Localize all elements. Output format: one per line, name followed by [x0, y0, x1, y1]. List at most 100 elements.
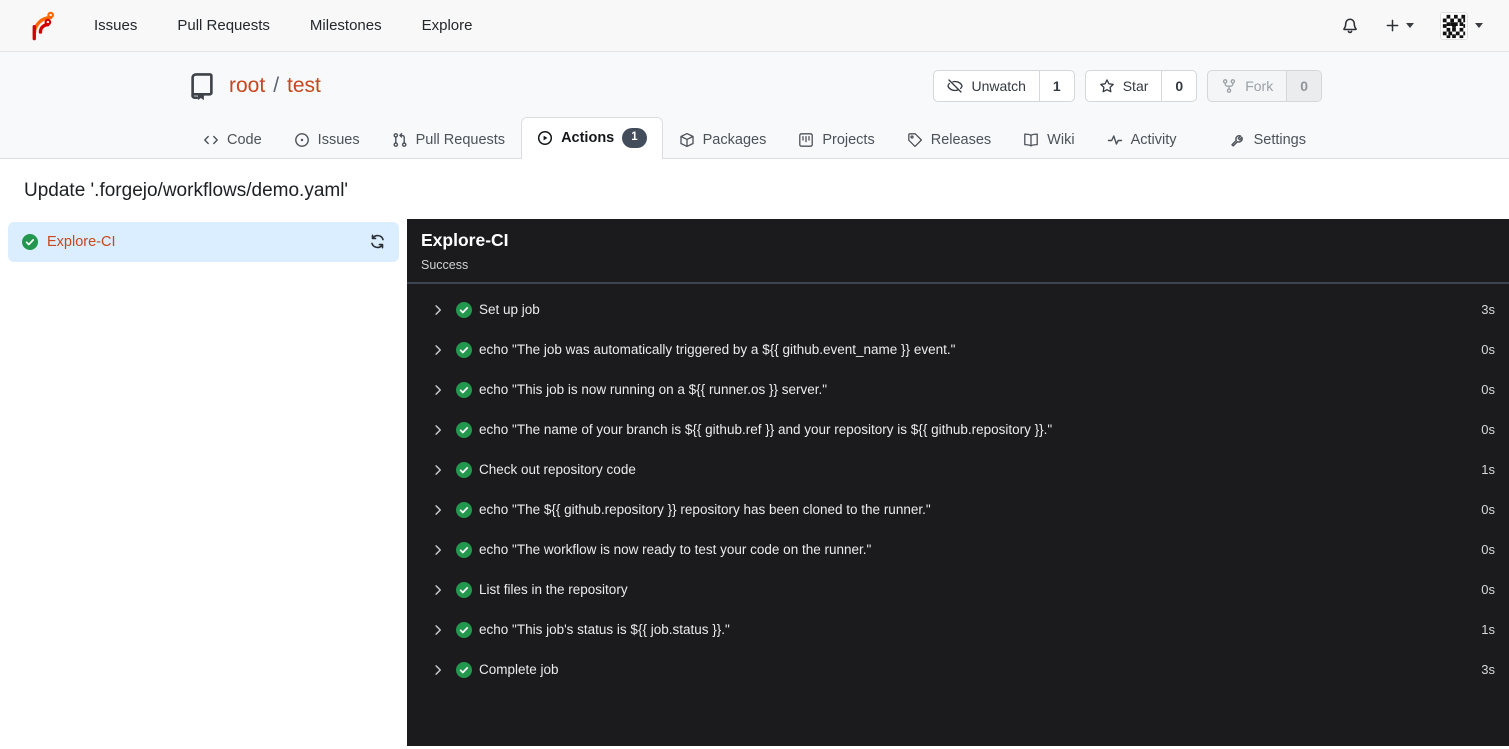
watch-count[interactable]: 1 — [1038, 71, 1074, 101]
tab-code[interactable]: Code — [187, 121, 278, 159]
unwatch-label: Unwatch — [971, 78, 1026, 94]
tab-projects[interactable]: Projects — [782, 121, 890, 159]
repo-owner-link[interactable]: root — [229, 74, 265, 98]
repo-header: root / test Unwatch 1 Star 0 Fork 0 Code… — [0, 52, 1509, 159]
navbar-right — [1341, 11, 1483, 40]
job-log-panel: Explore-CI Success Set up job 3s echo "T… — [407, 218, 1509, 746]
star-button[interactable]: Star 0 — [1084, 70, 1198, 102]
tag-icon — [907, 132, 923, 148]
success-check-icon — [456, 301, 472, 318]
play-circle-icon — [537, 130, 553, 146]
step-row[interactable]: Check out repository code 1s — [407, 450, 1509, 490]
tab-label: Packages — [702, 131, 767, 148]
step-row[interactable]: echo "The workflow is now ready to test … — [407, 530, 1509, 570]
tab-settings[interactable]: Settings — [1214, 121, 1322, 159]
nav-links: Issues Pull Requests Milestones Explore — [94, 17, 472, 34]
nav-item-milestones[interactable]: Milestones — [310, 17, 382, 34]
sidebar-job-explore-ci[interactable]: Explore-CI — [8, 221, 399, 262]
chevron-right-icon — [432, 464, 444, 476]
tab-label: Projects — [822, 131, 875, 148]
repository-icon — [187, 71, 217, 101]
tab-label: Pull Requests — [415, 131, 506, 148]
repo-separator: / — [273, 74, 280, 97]
success-check-icon — [22, 233, 38, 250]
package-icon — [679, 132, 695, 148]
tab-packages[interactable]: Packages — [663, 121, 783, 159]
star-count[interactable]: 0 — [1161, 71, 1196, 101]
chevron-right-icon — [432, 664, 444, 676]
success-check-icon — [456, 541, 472, 558]
issue-circle-icon — [294, 132, 310, 148]
unwatch-button[interactable]: Unwatch 1 — [933, 70, 1075, 102]
pull-request-icon — [392, 132, 408, 148]
success-check-icon — [456, 341, 472, 358]
job-title: Explore-CI — [421, 229, 509, 250]
create-new-dropdown[interactable] — [1385, 18, 1414, 33]
tab-label: Issues — [317, 131, 360, 148]
repo-action-buttons: Unwatch 1 Star 0 Fork 0 — [933, 70, 1322, 102]
tab-activity[interactable]: Activity — [1091, 121, 1193, 159]
fork-count: 0 — [1286, 71, 1321, 101]
chevron-right-icon — [432, 504, 444, 516]
step-row[interactable]: echo "The job was automatically triggere… — [407, 330, 1509, 370]
tab-actions[interactable]: Actions 1 — [521, 117, 663, 159]
fork-label: Fork — [1245, 78, 1274, 94]
fork-icon — [1223, 79, 1236, 93]
success-check-icon — [456, 421, 472, 438]
notifications-bell-icon[interactable] — [1341, 17, 1359, 35]
tab-releases[interactable]: Releases — [891, 121, 1007, 159]
nav-item-explore[interactable]: Explore — [422, 17, 473, 34]
tab-label: Code — [227, 131, 262, 148]
tab-pull-requests[interactable]: Pull Requests — [376, 121, 521, 159]
code-icon — [203, 132, 219, 148]
tab-wiki[interactable]: Wiki — [1007, 121, 1090, 159]
chevron-right-icon — [432, 424, 444, 436]
star-icon — [1099, 79, 1114, 93]
step-duration: 3s — [1481, 302, 1495, 317]
star-label: Star — [1122, 78, 1149, 94]
step-duration: 0s — [1481, 422, 1495, 437]
tab-label: Actions — [561, 129, 615, 146]
forgejo-logo[interactable] — [26, 10, 58, 42]
nav-item-pull-requests[interactable]: Pull Requests — [177, 17, 270, 34]
step-label: Complete job — [479, 662, 559, 677]
chevron-right-icon — [432, 344, 444, 356]
step-label: List files in the repository — [479, 582, 628, 597]
chevron-right-icon — [432, 304, 444, 316]
step-label: Check out repository code — [479, 462, 636, 477]
step-row[interactable]: echo "The ${{ github.repository }} repos… — [407, 490, 1509, 530]
step-label: echo "This job's status is ${{ job.statu… — [479, 622, 730, 637]
success-check-icon — [456, 381, 472, 398]
project-board-icon — [798, 132, 814, 148]
user-menu[interactable] — [1440, 11, 1483, 40]
step-duration: 0s — [1481, 582, 1495, 597]
step-row[interactable]: echo "The name of your branch is ${{ git… — [407, 410, 1509, 450]
refresh-icon[interactable] — [369, 233, 386, 250]
step-row[interactable]: echo "This job is now running on a ${{ r… — [407, 370, 1509, 410]
step-row[interactable]: Complete job 3s — [407, 650, 1509, 690]
chevron-right-icon — [432, 584, 444, 596]
job-steps-list: Set up job 3s echo "The job was automati… — [407, 284, 1509, 690]
actions-count-badge: 1 — [622, 128, 647, 148]
step-row[interactable]: List files in the repository 0s — [407, 570, 1509, 610]
step-row[interactable]: echo "This job's status is ${{ job.statu… — [407, 610, 1509, 650]
tab-label: Releases — [930, 131, 992, 148]
repo-name-link[interactable]: test — [287, 74, 321, 98]
nav-item-issues[interactable]: Issues — [94, 17, 137, 34]
step-duration: 1s — [1481, 622, 1495, 637]
book-icon — [1023, 132, 1039, 148]
success-check-icon — [456, 501, 472, 518]
chevron-down-icon — [1475, 23, 1483, 28]
step-row[interactable]: Set up job 3s — [407, 290, 1509, 330]
step-label: echo "This job is now running on a ${{ r… — [479, 382, 828, 397]
repo-tabs: Code Issues Pull Requests Actions 1 Pack… — [187, 117, 1322, 159]
chevron-right-icon — [432, 624, 444, 636]
workflow-run-area: Explore-CI Explore-CI Success Set up job… — [0, 218, 1509, 746]
jobs-sidebar: Explore-CI — [0, 218, 407, 746]
job-panel-header: Explore-CI Success — [407, 219, 1509, 284]
chevron-right-icon — [432, 544, 444, 556]
step-duration: 0s — [1481, 542, 1495, 557]
repo-breadcrumb: root / test — [229, 74, 321, 98]
step-label: echo "The name of your branch is ${{ git… — [479, 422, 1053, 437]
tab-issues[interactable]: Issues — [278, 121, 376, 159]
